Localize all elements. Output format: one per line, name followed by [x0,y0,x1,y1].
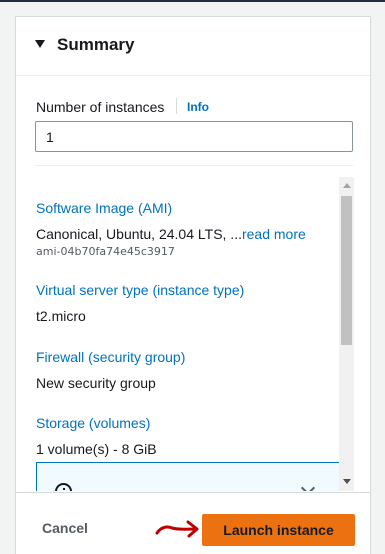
instance-type-label[interactable]: Virtual server type (instance type) [36,281,244,299]
instance-type-value: t2.micro [36,308,86,324]
scroll-up-icon[interactable] [343,183,351,188]
firewall-label[interactable]: Firewall (security group) [36,348,185,366]
summary-header[interactable]: Summary [16,17,370,76]
ami-id: ami-04b70fa74e45c3917 [36,245,175,258]
firewall-value: New security group [36,375,156,391]
scroll-down-icon[interactable] [343,479,351,484]
ami-value-text: Canonical, Ubuntu, 24.04 LTS, ... [36,226,242,242]
caret-down-icon[interactable] [35,40,45,48]
footer-divider [16,492,370,493]
launch-instance-button[interactable]: Launch instance [202,514,355,546]
summary-panel: Summary Number of instances Info Softwar… [15,16,371,554]
storage-label[interactable]: Storage (volumes) [36,414,157,432]
red-arrow-icon [155,520,199,538]
number-of-instances-input[interactable] [35,121,353,152]
chevron-down-icon[interactable] [300,480,316,491]
info-alert[interactable] [36,462,340,491]
storage-value: 1 volume(s) - 8 GiB [36,441,157,457]
summary-title: Summary [57,35,135,54]
cancel-button[interactable]: Cancel [42,519,88,537]
read-more-link[interactable]: read more [242,226,306,242]
firewall-section: Firewall (security group) New security g… [36,348,185,392]
divider [35,165,353,166]
ami-value: Canonical, Ubuntu, 24.04 LTS, ...read mo… [36,225,306,243]
info-circle-icon [55,483,72,491]
info-divider [176,98,177,114]
scrollbar[interactable] [339,177,354,491]
number-of-instances-label: Number of instances [36,99,165,115]
ami-label[interactable]: Software Image (AMI) [36,199,306,217]
instance-type-section: Virtual server type (instance type) t2.m… [36,281,244,325]
summary-details: Software Image (AMI) Canonical, Ubuntu, … [16,177,370,491]
top-bar [0,0,385,2]
ami-section: Software Image (AMI) Canonical, Ubuntu, … [36,199,306,259]
storage-section: Storage (volumes) 1 volume(s) - 8 GiB [36,414,157,458]
info-link[interactable]: Info [187,99,209,115]
scroll-thumb[interactable] [341,196,352,345]
